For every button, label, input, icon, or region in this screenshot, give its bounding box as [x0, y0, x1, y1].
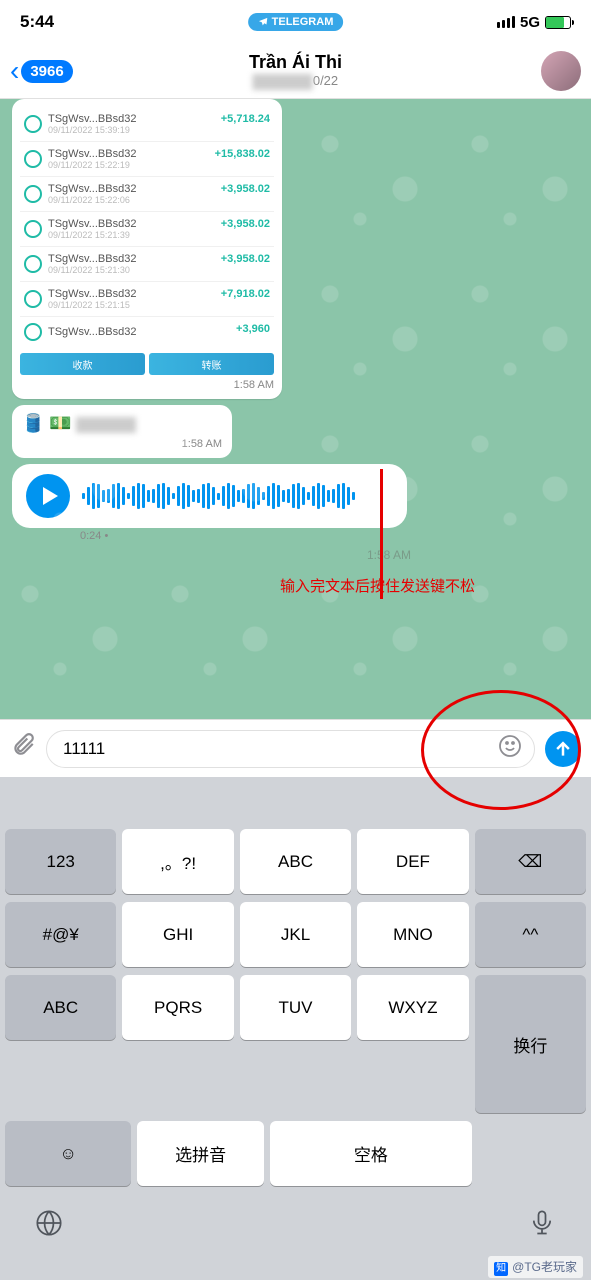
key[interactable]: PQRS	[122, 975, 233, 1040]
attachment-button[interactable]	[10, 732, 36, 765]
key[interactable]: #@¥	[5, 902, 116, 967]
tx-icon	[24, 150, 42, 168]
transaction-row[interactable]: TSgWsv...BBsd3209/11/2022 15:21:15+7,918…	[20, 282, 274, 317]
smiley-icon	[498, 734, 522, 758]
send-button[interactable]	[545, 731, 581, 767]
key[interactable]: DEF	[357, 829, 468, 894]
transaction-row[interactable]: TSgWsv...BBsd3209/11/2022 15:21:30+3,958…	[20, 247, 274, 282]
key[interactable]: 换行	[475, 975, 586, 1113]
unread-badge: 3966	[21, 60, 72, 83]
keyboard-divider	[0, 777, 591, 824]
avatar[interactable]	[541, 51, 581, 91]
keyboard-row-3: ABCPQRSTUVWXYZ换行	[5, 975, 586, 1113]
tx-icon	[24, 255, 42, 273]
status-right: 5G	[497, 14, 571, 31]
chat-title: Trần Ái Thi	[249, 52, 342, 73]
watermark: @TG老玩家	[488, 1256, 583, 1278]
telegram-icon	[258, 17, 268, 27]
paperclip-icon	[10, 732, 36, 758]
key[interactable]: 123	[5, 829, 116, 894]
tx-icon	[24, 115, 42, 133]
key[interactable]: GHI	[122, 902, 233, 967]
arrow-up-icon	[553, 739, 573, 759]
status-bar: 5:44 TELEGRAM 5G	[0, 0, 591, 44]
transaction-list: TSgWsv...BBsd3209/11/2022 15:39:19+5,718…	[20, 107, 274, 347]
emoji-button[interactable]	[498, 734, 522, 764]
key[interactable]: ABC	[240, 829, 351, 894]
signal-icon	[497, 16, 515, 28]
globe-button[interactable]	[35, 1209, 63, 1244]
battery-icon	[545, 16, 571, 29]
globe-icon	[35, 1209, 63, 1237]
mic-icon	[528, 1209, 556, 1237]
tx-icon	[24, 323, 42, 341]
tx-icon	[24, 185, 42, 203]
transaction-row[interactable]: TSgWsv...BBsd3209/11/2022 15:22:19+15,83…	[20, 142, 274, 177]
annotation-text: 输入完文本后按住发送键不松	[280, 575, 475, 596]
transfer-button[interactable]: 转账	[149, 353, 274, 375]
keyboard-row-4: ☺选拼音空格	[5, 1121, 586, 1186]
receive-button[interactable]: 收款	[20, 353, 145, 375]
keyboard-row-1: 123,。?!ABCDEF⌫	[5, 829, 586, 894]
key[interactable]: ,。?!	[122, 829, 233, 894]
key[interactable]: ABC	[5, 975, 116, 1040]
app-pill[interactable]: TELEGRAM	[248, 13, 344, 31]
transaction-row[interactable]: TSgWsv...BBsd3209/11/2022 15:39:19+5,718…	[20, 107, 274, 142]
tx-icon	[24, 290, 42, 308]
chat-area[interactable]: TSgWsv...BBsd3209/11/2022 15:39:19+5,718…	[0, 99, 591, 719]
key[interactable]: JKL	[240, 902, 351, 967]
back-button[interactable]: ‹ 3966	[10, 55, 73, 87]
transaction-row[interactable]: TSgWsv...BBsd3209/11/2022 15:22:06+3,958…	[20, 177, 274, 212]
transaction-bubble[interactable]: TSgWsv...BBsd3209/11/2022 15:39:19+5,718…	[12, 99, 282, 399]
key[interactable]: MNO	[357, 902, 468, 967]
key[interactable]: ⌫	[475, 829, 586, 894]
chat-subtitle: 0/22	[249, 73, 342, 90]
message-input[interactable]: 11111	[46, 730, 535, 768]
transaction-row[interactable]: TSgWsv...BBsd32+3,960	[20, 317, 274, 347]
keyboard-row-2: #@¥GHIJKLMNO^^	[5, 902, 586, 967]
key[interactable]: WXYZ	[357, 975, 468, 1040]
key[interactable]: 选拼音	[137, 1121, 263, 1186]
key[interactable]: ☺	[5, 1121, 131, 1186]
chat-header: ‹ 3966 Trần Ái Thi 0/22	[0, 44, 591, 99]
key[interactable]: TUV	[240, 975, 351, 1040]
input-row: 11111	[0, 719, 591, 777]
tx-icon	[24, 220, 42, 238]
transaction-row[interactable]: TSgWsv...BBsd3209/11/2022 15:21:39+3,958…	[20, 212, 274, 247]
key[interactable]: 空格	[270, 1121, 472, 1186]
chevron-left-icon: ‹	[10, 55, 19, 87]
mic-button[interactable]	[528, 1209, 556, 1244]
status-time: 5:44	[20, 12, 54, 32]
keyboard: 123,。?!ABCDEF⌫ #@¥GHIJKLMNO^^ ABCPQRSTUV…	[0, 824, 591, 1194]
key[interactable]: ^^	[475, 902, 586, 967]
message-time: 1:58 AM	[20, 379, 274, 391]
chat-title-area[interactable]: Trần Ái Thi 0/22	[249, 52, 342, 90]
